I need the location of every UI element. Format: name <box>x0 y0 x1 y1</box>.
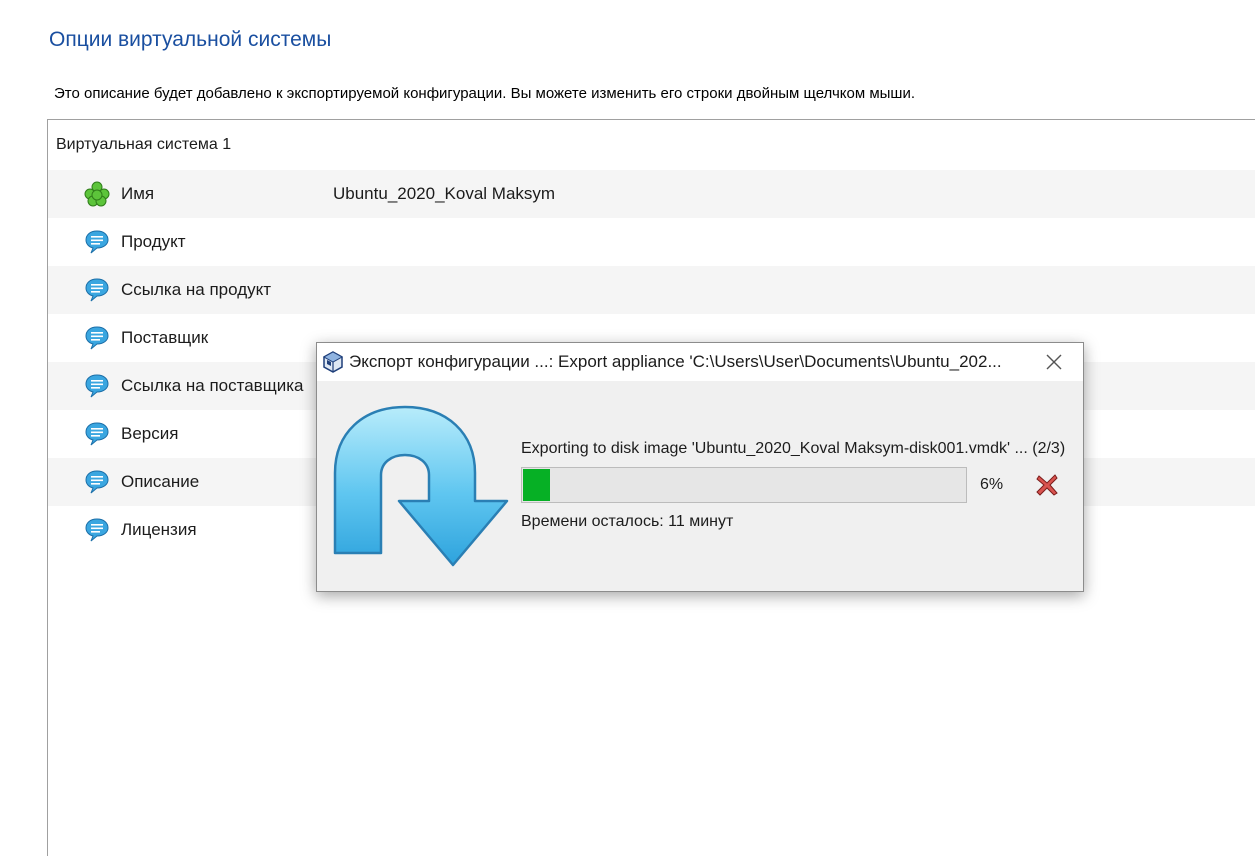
tree-row-name[interactable]: Имя Ubuntu_2020_Koval Maksym <box>48 170 1255 218</box>
progress-percent-label: 6% <box>980 476 1004 493</box>
tree-row-label: Версия <box>121 424 179 443</box>
dialog-title: Экспорт конфигурации ...: Export applian… <box>349 352 1002 371</box>
speech-bubble-icon <box>85 326 109 350</box>
tree-row-label: Ссылка на продукт <box>121 280 272 299</box>
cancel-icon[interactable] <box>1033 471 1061 499</box>
tree-row-product-url[interactable]: Ссылка на продукт <box>48 266 1255 314</box>
export-arrow-icon <box>333 405 509 567</box>
page-description: Это описание будет добавлено к экспортир… <box>54 85 915 102</box>
name-icon <box>84 181 110 207</box>
dialog-titlebar[interactable]: Экспорт конфигурации ...: Export applian… <box>317 343 1083 381</box>
export-settings-page: Опции виртуальной системы Это описание б… <box>0 0 1255 856</box>
speech-bubble-icon <box>85 470 109 494</box>
tree-row-label: Поставщик <box>121 328 209 347</box>
speech-bubble-icon <box>85 374 109 398</box>
speech-bubble-icon <box>85 278 109 302</box>
tree-row-label: Описание <box>121 472 200 491</box>
close-icon[interactable] <box>1043 351 1065 373</box>
tree-row-label: Имя <box>121 184 155 203</box>
speech-bubble-icon <box>85 230 109 254</box>
progress-bar-fill <box>523 469 550 501</box>
tree-root-virtual-system[interactable]: Виртуальная система 1 <box>48 120 1255 170</box>
speech-bubble-icon <box>85 422 109 446</box>
page-title: Опции виртуальной системы <box>49 28 332 51</box>
speech-bubble-icon <box>85 518 109 542</box>
operation-description: Exporting to disk image 'Ubuntu_2020_Kov… <box>521 440 1066 457</box>
virtualbox-icon <box>322 351 344 373</box>
tree-row-label: Лицензия <box>121 520 197 539</box>
export-progress-dialog: Экспорт конфигурации ...: Export applian… <box>316 342 1084 592</box>
tree-row-product[interactable]: Продукт <box>48 218 1255 266</box>
tree-row-label: Ссылка на поставщика <box>121 376 304 395</box>
export-progress-bar <box>521 467 967 503</box>
tree-row-value[interactable]: Ubuntu_2020_Koval Maksym <box>333 170 555 218</box>
time-remaining-label: Времени осталось: 11 минут <box>521 513 734 530</box>
tree-row-label: Продукт <box>121 232 186 251</box>
